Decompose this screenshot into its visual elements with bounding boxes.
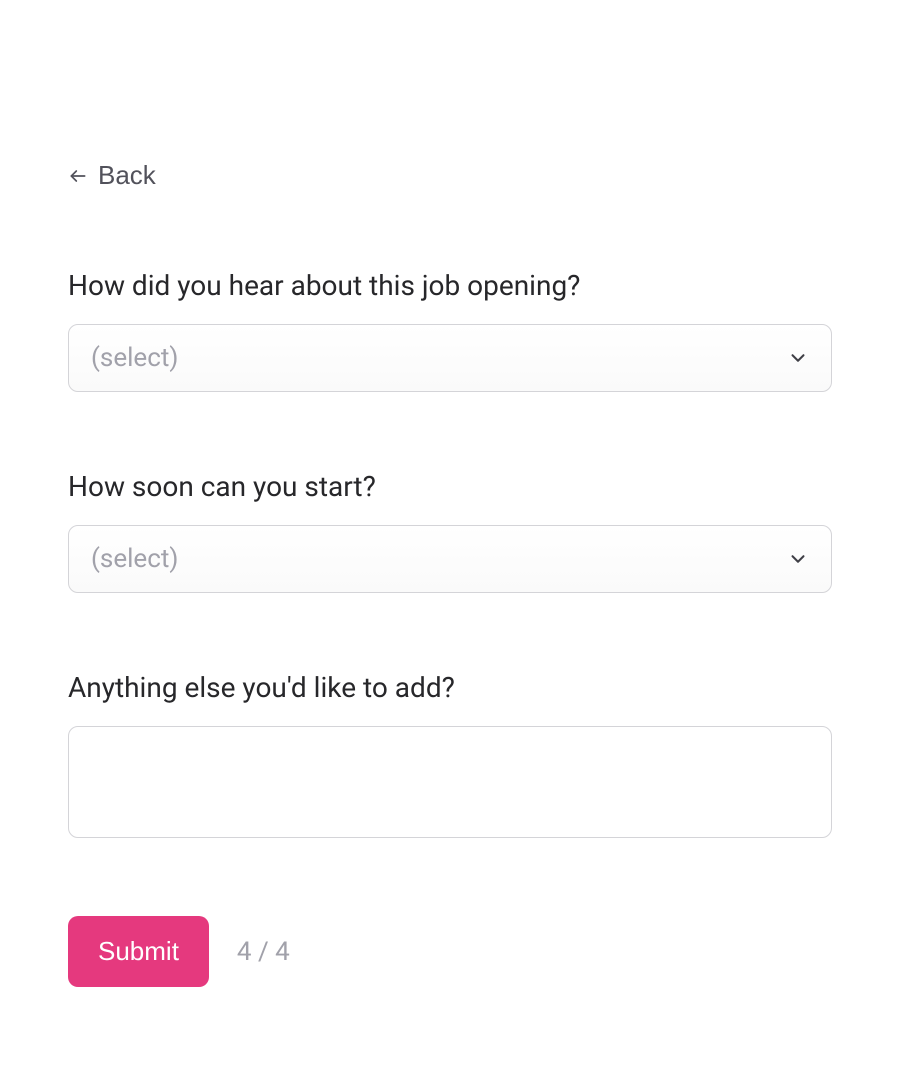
start-date-select[interactable]: (select) [68,525,832,593]
field-hear-about: How did you hear about this job opening?… [68,269,832,392]
arrow-left-icon [68,166,88,186]
select-placeholder: (select) [91,544,178,574]
hear-about-select[interactable]: (select) [68,324,832,392]
back-label: Back [98,160,156,191]
select-placeholder: (select) [91,343,178,373]
field-start-date: How soon can you start? (select) [68,470,832,593]
field-label: How soon can you start? [68,470,832,503]
application-form: How did you hear about this job opening?… [68,269,832,987]
form-actions: Submit 4 / 4 [68,916,832,987]
back-button[interactable]: Back [68,160,156,191]
chevron-down-icon [787,548,809,570]
field-label: Anything else you'd like to add? [68,671,832,704]
field-additional-info: Anything else you'd like to add? [68,671,832,842]
field-label: How did you hear about this job opening? [68,269,832,302]
form-page: Back How did you hear about this job ope… [0,0,900,987]
submit-button[interactable]: Submit [68,916,209,987]
step-indicator: 4 / 4 [237,937,290,967]
additional-info-textarea[interactable] [68,726,832,838]
chevron-down-icon [787,347,809,369]
